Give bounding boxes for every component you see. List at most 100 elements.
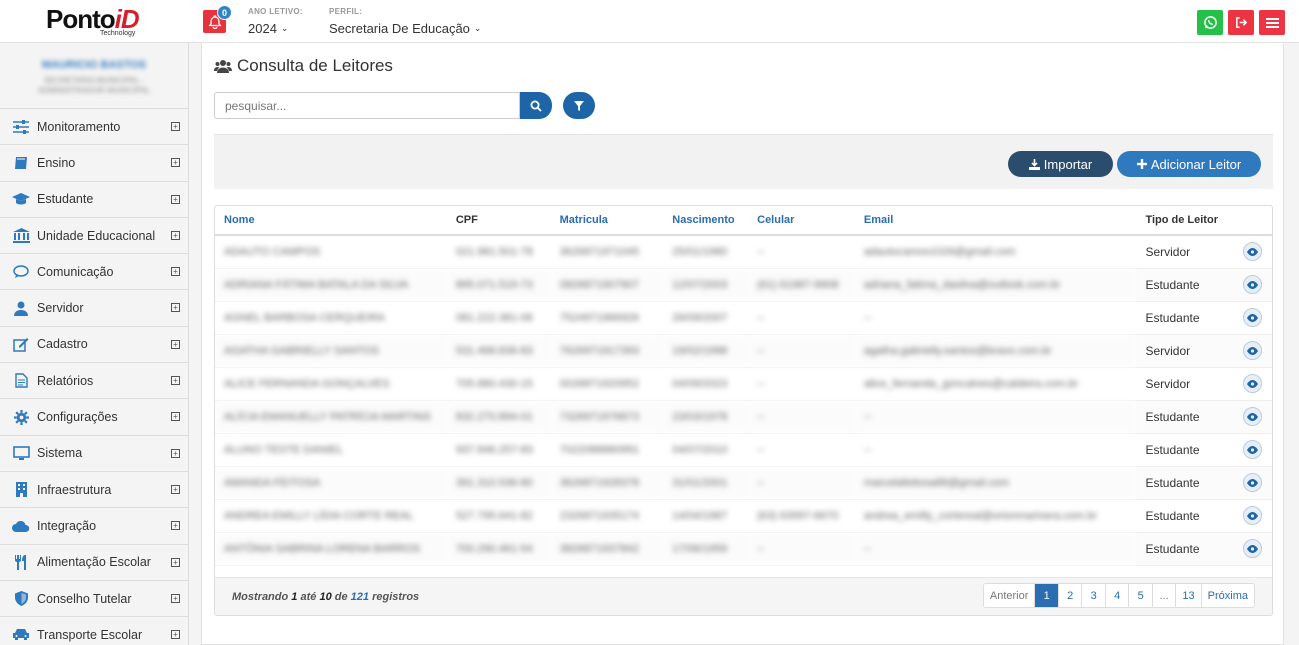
search-input[interactable] xyxy=(214,92,520,119)
column-header[interactable]: Email xyxy=(854,206,1137,236)
column-header[interactable]: Matricula xyxy=(550,206,664,236)
cell-celular: -- xyxy=(748,367,855,401)
expand-icon[interactable]: + xyxy=(171,557,180,567)
page-button[interactable]: 5 xyxy=(1128,584,1152,607)
page-title-text: Consulta de Leitores xyxy=(237,56,393,75)
graduation-cap-icon xyxy=(12,190,30,208)
cell-cpf: 081.222.381-06 xyxy=(446,301,551,335)
whatsapp-button[interactable] xyxy=(1197,10,1223,35)
expand-icon[interactable]: + xyxy=(171,303,180,313)
menu-button[interactable] xyxy=(1259,10,1285,35)
import-button[interactable]: Importar xyxy=(1008,151,1113,177)
cell-matricula: 7524971966926 xyxy=(550,301,664,335)
eye-icon xyxy=(1247,412,1258,421)
next-page-button[interactable]: Próxima xyxy=(1200,584,1254,607)
cell-nascimento: 31/01/2001 xyxy=(663,466,749,500)
view-button[interactable] xyxy=(1243,374,1262,393)
column-header[interactable]: Nascimento xyxy=(663,206,749,236)
view-button[interactable] xyxy=(1243,275,1262,294)
expand-icon[interactable]: + xyxy=(171,122,180,131)
table-row: ADAUTO CAMPOS 021.981.501-78 3626871971045… xyxy=(215,235,1272,269)
table-row: ALUNO TESTE DANIEL 937.846.257-83 70220888… xyxy=(215,433,1272,467)
view-button[interactable] xyxy=(1243,440,1262,459)
eye-icon xyxy=(1247,478,1258,487)
table-row: ALICE FERNANDA GONÇALVES 705.880.430-15 00… xyxy=(215,367,1272,401)
profile-selector[interactable]: PERFIL: Secretaria De Educação ⌄ xyxy=(329,7,481,36)
sidebar-item-alimentacao-escolar[interactable]: Alimentação Escolar + xyxy=(0,544,188,581)
table-footer: Mostrando 1 até 10 de 121 registros Ante… xyxy=(215,577,1272,615)
logo[interactable]: PontoiD Technology xyxy=(0,0,188,43)
column-header[interactable]: Nome xyxy=(215,206,447,236)
sidebar-item-infraestrutura[interactable]: Infraestrutura + xyxy=(0,471,188,509)
page-button[interactable]: 1 xyxy=(1034,584,1058,607)
cell-nascimento: 04/07/2010 xyxy=(663,433,749,467)
cell-celular: -- xyxy=(748,433,855,467)
page-button[interactable]: 3 xyxy=(1081,584,1105,607)
sidebar-item-estudante[interactable]: Estudante + xyxy=(0,181,188,218)
view-button[interactable] xyxy=(1243,506,1262,525)
view-button[interactable] xyxy=(1243,539,1262,558)
sidebar-item-integracao[interactable]: Integração + xyxy=(0,508,188,545)
expand-icon[interactable]: + xyxy=(171,484,180,494)
sidebar-item-monitoramento[interactable]: Monitoramento + xyxy=(0,109,188,146)
school-year-selector[interactable]: ANO LETIVO: 2024 ⌄ xyxy=(248,7,303,36)
chevron-down-icon: ⌄ xyxy=(473,23,482,33)
eye-icon xyxy=(1247,379,1258,388)
cell-tipo: Estudante xyxy=(1145,508,1200,523)
cell-cpf: 021.981.501-78 xyxy=(446,235,551,269)
page-button[interactable]: 13 xyxy=(1175,584,1201,607)
sidebar-item-cadastro[interactable]: Cadastro + xyxy=(0,326,188,364)
previous-page-button[interactable]: Anterior xyxy=(983,584,1035,607)
sidebar-item-sistema[interactable]: Sistema + xyxy=(0,435,188,472)
expand-icon[interactable]: + xyxy=(171,521,180,531)
chat-bubble-icon xyxy=(12,263,30,281)
sidebar-item-transporte-escolar[interactable]: Transporte Escolar + xyxy=(0,617,188,645)
sidebar-item-relatorios[interactable]: Relatórios + xyxy=(0,363,188,400)
cell-cpf: 895.071.519-73 xyxy=(446,268,551,302)
expand-icon[interactable]: + xyxy=(171,230,180,240)
page-button[interactable]: 2 xyxy=(1057,584,1082,607)
view-button[interactable] xyxy=(1243,407,1262,426)
cell-cpf: 937.846.257-83 xyxy=(446,433,551,467)
page-button[interactable]: 4 xyxy=(1104,584,1129,607)
cloud-icon xyxy=(12,517,30,535)
cell-nascimento: 26/09/2007 xyxy=(663,301,749,335)
add-reader-button[interactable]: Adicionar Leitor xyxy=(1117,151,1261,177)
expand-icon[interactable]: + xyxy=(171,376,180,386)
table-row: AMANDA FEITOSA 391.310.536-80 362687192837… xyxy=(215,466,1272,500)
expand-icon[interactable]: + xyxy=(171,593,180,603)
cell-email: adriana_fatima_dasilva@outlook.com.br xyxy=(854,268,1137,302)
expand-icon[interactable]: + xyxy=(171,194,180,204)
sidebar-item-servidor[interactable]: Servidor + xyxy=(0,290,188,327)
cell-matricula: 7326971976873 xyxy=(550,400,664,434)
filter-button[interactable] xyxy=(563,92,595,119)
column-header[interactable]: Celular xyxy=(748,206,855,236)
sidebar-item-conselho-tutelar[interactable]: Conselho Tutelar + xyxy=(0,580,188,618)
expand-icon[interactable]: + xyxy=(171,630,180,640)
view-button[interactable] xyxy=(1243,473,1262,492)
sidebar-item-configuracoes[interactable]: Configurações + xyxy=(0,399,188,436)
main-panel: Consulta de Leitores Importar Adicionar … xyxy=(201,43,1284,645)
view-button[interactable] xyxy=(1243,341,1262,360)
cell-cpf: 700.290.461-54 xyxy=(446,532,551,566)
cell-cpf: 391.310.536-80 xyxy=(446,466,551,500)
expand-icon[interactable]: + xyxy=(171,158,180,168)
expand-icon[interactable]: + xyxy=(171,448,180,458)
sidebar-item-comunicacao[interactable]: Comunicação + xyxy=(0,254,188,291)
expand-icon[interactable]: + xyxy=(171,412,180,422)
view-button[interactable] xyxy=(1243,242,1262,262)
sidebar-item-unidade-educacional[interactable]: Unidade Educacional + xyxy=(0,217,188,255)
cell-tipo: Estudante xyxy=(1145,409,1200,424)
view-button[interactable] xyxy=(1243,308,1262,327)
file-text-icon xyxy=(12,372,30,390)
column-header[interactable]: Tipo de Leitor xyxy=(1136,206,1272,236)
table-row: ADRIANA FÁTIMA BATALA DA SILVA 895.071.51… xyxy=(215,268,1272,302)
cell-tipo: Servidor xyxy=(1145,376,1191,391)
column-header[interactable]: CPF xyxy=(446,206,551,236)
expand-icon[interactable]: + xyxy=(171,267,180,277)
sidebar-item-ensino[interactable]: Ensino + xyxy=(0,145,188,182)
expand-icon[interactable]: + xyxy=(171,339,180,349)
logout-button[interactable] xyxy=(1228,10,1254,35)
search-button[interactable] xyxy=(520,92,552,119)
filter-icon xyxy=(574,100,584,111)
